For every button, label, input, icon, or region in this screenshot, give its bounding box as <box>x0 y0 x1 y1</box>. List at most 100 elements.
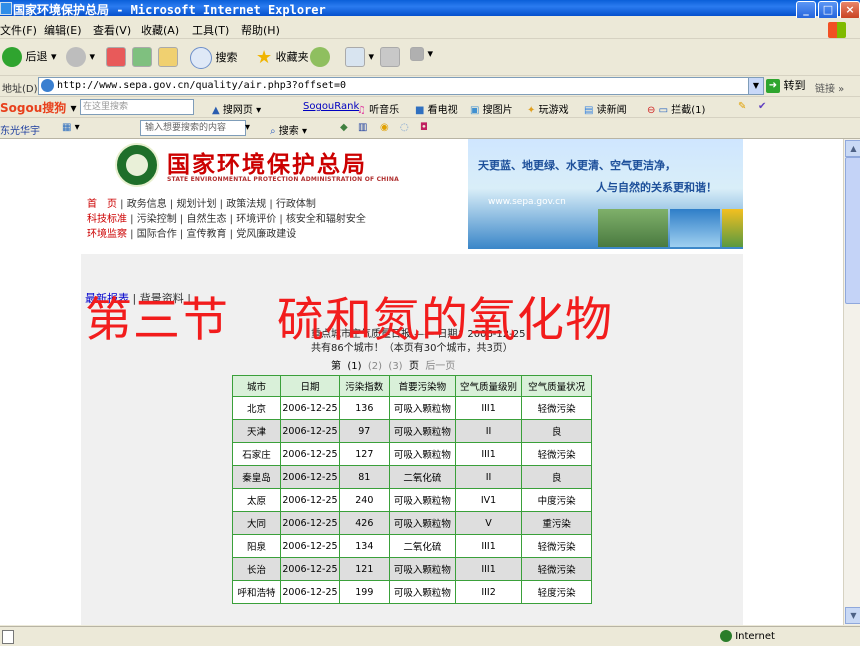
nav-home[interactable]: 首 页 <box>87 199 117 210</box>
stop-button[interactable] <box>106 47 126 67</box>
scroll-thumb[interactable] <box>845 157 860 304</box>
menu-edit[interactable]: 编辑(E) <box>44 22 82 38</box>
vertical-scrollbar[interactable]: ▲ ▼ <box>843 139 860 625</box>
extra-search-dropdown[interactable]: ▾ <box>245 122 250 133</box>
menu-favorites[interactable]: 收藏(A) <box>141 22 179 38</box>
extra-icon-2[interactable]: ▥ <box>358 122 367 133</box>
sogou-toolbar: Sogou搜狗 ▾ 在这里搜索 ▲ 搜网页 ▾ SogouRank ♫ 听音乐 … <box>0 97 860 118</box>
extra-search-input[interactable]: 输入想要搜索的内容 <box>140 120 246 136</box>
nav-inspection[interactable]: 环境监察 <box>87 229 127 240</box>
pager-next[interactable]: 后一页 <box>425 361 455 372</box>
sogou-blocker[interactable]: ⊖ ▭ 拦截(1) <box>647 101 705 116</box>
scroll-down-icon[interactable]: ▼ <box>845 607 860 624</box>
print-button[interactable] <box>380 47 400 67</box>
home-button[interactable] <box>158 47 178 67</box>
security-zone: Internet <box>720 630 775 642</box>
menu-view[interactable]: 查看(V) <box>93 22 131 38</box>
sogou-extra-icon[interactable]: ✎ <box>738 101 746 112</box>
cell-level: II <box>454 419 523 443</box>
extra-icon-3[interactable]: ◉ <box>380 122 389 133</box>
extra-toolbar: 东光华宇 ▦ ▾ 输入想要搜索的内容 ▾ ⌕ 搜索 ▾ ◆ ▥ ◉ ◌ ◘ <box>0 118 860 139</box>
cell-level: III1 <box>454 442 523 466</box>
cell-city: 太原 <box>231 488 282 512</box>
address-input[interactable]: http://www.sepa.gov.cn/quality/air.php3?… <box>38 77 750 95</box>
cell-date: 2006-12-25 <box>280 396 340 420</box>
nav-assessment[interactable]: 环境评价 <box>236 214 276 225</box>
nav-tech[interactable]: 科技标准 <box>87 214 127 225</box>
sogou-settings-icon[interactable]: ✔ <box>758 101 766 112</box>
nav-nuclear[interactable]: 核安全和辐射安全 <box>286 214 366 225</box>
forward-button[interactable]: ▾ <box>66 47 95 67</box>
menu-help[interactable]: 帮助(H) <box>241 22 280 38</box>
cell-status: 良 <box>521 419 592 443</box>
table-row: 天津 2006-12-25 97 可吸入颗粒物 II 良 <box>231 419 592 443</box>
menu-tools[interactable]: 工具(T) <box>192 22 229 38</box>
cell-index: 426 <box>338 511 390 535</box>
sogou-news[interactable]: ▤ 读新闻 <box>584 101 627 116</box>
extra-icon-1[interactable]: ◆ <box>340 122 348 133</box>
nav-intl[interactable]: 国际合作 <box>137 229 177 240</box>
sogou-logo[interactable]: Sogou搜狗 ▾ <box>0 99 76 116</box>
nav-gov-info[interactable]: 政务信息 <box>127 199 167 210</box>
nav-planning[interactable]: 规划计划 <box>176 199 216 210</box>
mail-button[interactable]: ▾ <box>345 47 374 67</box>
go-label: 转到 <box>783 79 806 92</box>
sogou-web-search[interactable]: ▲ 搜网页 ▾ <box>212 101 261 116</box>
nav-policy[interactable]: 政策法规 <box>226 199 266 210</box>
favorites-button[interactable]: ★ 收藏夹 <box>256 47 309 68</box>
sogou-rank[interactable]: SogouRank <box>303 101 359 112</box>
nav-education[interactable]: 宣传教育 <box>186 229 226 240</box>
history-button[interactable] <box>310 47 330 67</box>
sogou-images[interactable]: ▣ 搜图片 <box>470 101 513 116</box>
standard-toolbar: 后退 ▾ ▾ 搜索 ★ 收藏夹 ▾ ▾ <box>0 39 860 76</box>
cell-city: 秦皇岛 <box>231 465 282 489</box>
music-icon: ♫ <box>357 105 366 116</box>
table-header-row: 城市 日期 污染指数 首要污染物 空气质量级别 空气质量状况 <box>231 375 592 397</box>
web-icon: ▲ <box>212 105 220 116</box>
pager-page-3[interactable]: (3) <box>388 361 402 372</box>
table-row: 阳泉 2006-12-25 134 二氧化硫 III1 轻微污染 <box>231 534 592 558</box>
nav-ecology[interactable]: 自然生态 <box>186 214 226 225</box>
back-button[interactable]: 后退 ▾ <box>2 47 57 67</box>
site-nav: 首 页 | 政务信息 | 规划计划 | 政策法规 | 行政体制 科技标准 | 污… <box>87 197 457 242</box>
sogou-tv[interactable]: ■ 看电视 <box>415 101 458 116</box>
sogou-music[interactable]: ♫ 听音乐 <box>357 101 399 116</box>
extra-toolbar-name[interactable]: 东光华宇 <box>0 122 40 137</box>
sogou-games[interactable]: ✦ 玩游戏 <box>527 101 569 116</box>
pager-page-2[interactable]: (2) <box>368 361 382 372</box>
sepa-page: 国家环境保护总局 STATE ENVIRONMENTAL PROTECTION … <box>81 139 743 625</box>
cell-city: 阳泉 <box>231 534 282 558</box>
nav-pollution[interactable]: 污染控制 <box>137 214 177 225</box>
mail-icon <box>345 47 365 67</box>
banner-image-sea <box>670 209 720 247</box>
sepa-logo-icon[interactable] <box>115 143 159 187</box>
extra-search-button[interactable]: ⌕ 搜索 ▾ <box>270 122 307 137</box>
scroll-up-icon[interactable]: ▲ <box>845 140 860 157</box>
table-row: 呼和浩特 2006-12-25 199 可吸入颗粒物 III2 轻度污染 <box>231 580 592 604</box>
pager-suffix: 页 <box>408 361 419 372</box>
address-dropdown-button[interactable]: ▼ <box>748 77 764 95</box>
popup-icon: ▭ <box>658 105 669 116</box>
extra-toolbar-menu[interactable]: ▦ ▾ <box>62 122 80 133</box>
sogou-search-input[interactable]: 在这里搜索 <box>80 99 194 115</box>
go-button[interactable]: ➜ 转到 <box>766 77 806 93</box>
col-date: 日期 <box>280 375 340 397</box>
search-icon <box>190 47 212 69</box>
cell-pollutant: 可吸入颗粒物 <box>388 396 456 420</box>
banner-image-flower <box>722 209 743 247</box>
edit-button[interactable]: ▾ <box>410 47 433 61</box>
links-button[interactable]: 链接 » <box>815 80 844 95</box>
cell-date: 2006-12-25 <box>280 465 340 489</box>
menu-file[interactable]: 文件(F) <box>0 22 37 38</box>
nav-admin[interactable]: 行政体制 <box>276 199 316 210</box>
extra-icon-5[interactable]: ◘ <box>420 122 428 133</box>
image-icon: ▣ <box>470 105 480 116</box>
search-button[interactable]: 搜索 <box>190 47 238 69</box>
extra-icon-4[interactable]: ◌ <box>400 122 409 133</box>
col-city: 城市 <box>231 375 282 397</box>
window-title-bar[interactable]: 国家环境保护总局 - Microsoft Internet Explorer _… <box>0 0 860 20</box>
air-quality-table: 城市 日期 污染指数 首要污染物 空气质量级别 空气质量状况 北京 2006-12… <box>231 375 592 604</box>
nav-integrity[interactable]: 党风廉政建设 <box>236 229 296 240</box>
pager-page-1: (1) <box>347 361 362 372</box>
refresh-button[interactable] <box>132 47 152 67</box>
